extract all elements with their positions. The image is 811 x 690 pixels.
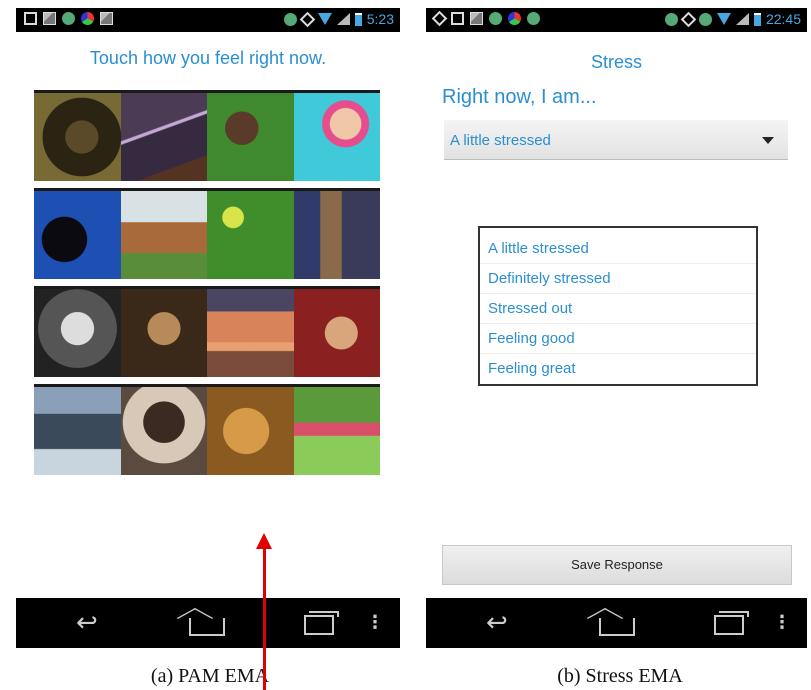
caption-stress: (b) Stress EMA <box>557 665 683 687</box>
photo-row <box>34 188 380 279</box>
pam-prompt: Touch how you feel right now. <box>89 48 327 68</box>
photo-row <box>34 286 380 377</box>
status-bar: 22:45 <box>426 8 807 32</box>
image-icon <box>470 12 483 25</box>
counter-icon <box>527 12 540 25</box>
mood-photo-tile[interactable] <box>293 289 380 377</box>
wifi-icon <box>317 13 332 25</box>
stress-level-select[interactable]: A little stressed <box>444 120 788 160</box>
wifi-icon <box>716 13 731 25</box>
back-icon[interactable]: ↩ <box>76 610 98 636</box>
nav-bar: ↩ ⋮ <box>426 598 807 648</box>
signal-icon <box>735 13 749 25</box>
option-item[interactable]: Feeling great <box>480 354 756 384</box>
location-icon <box>431 10 448 27</box>
chevron-down-icon <box>762 137 774 144</box>
battery-icon <box>354 12 362 26</box>
nav-bar: ↩ ⋮ <box>16 598 400 648</box>
mood-photo-tile[interactable] <box>120 387 207 475</box>
save-response-button[interactable]: Save Response <box>442 545 792 585</box>
caption-pam: (a) PAM EMA <box>150 665 270 687</box>
app-icon <box>489 12 502 25</box>
option-item[interactable]: A little stressed <box>480 234 756 264</box>
mood-photo-tile[interactable] <box>120 289 207 377</box>
recents-icon[interactable] <box>714 611 749 635</box>
home-icon[interactable] <box>189 618 225 636</box>
alarm-icon <box>698 12 712 26</box>
mood-photo-tile[interactable] <box>34 191 121 279</box>
page-title: Stress <box>590 52 642 72</box>
notification-icon <box>451 12 464 25</box>
option-item[interactable]: Stressed out <box>480 294 756 324</box>
back-icon[interactable]: ↩ <box>486 610 508 636</box>
home-icon[interactable] <box>599 618 635 636</box>
notification-icon <box>24 12 37 25</box>
question-label: Right now, I am... <box>442 86 597 108</box>
menu-icon[interactable]: ⋮ <box>366 610 384 636</box>
sync-icon <box>299 11 316 27</box>
mood-photo-tile[interactable] <box>120 93 207 181</box>
battery-icon <box>753 12 761 26</box>
mood-photo-tile[interactable] <box>207 289 294 377</box>
mood-photo-tile[interactable] <box>207 387 294 475</box>
selected-value: A little stressed <box>450 132 551 149</box>
photo-row <box>34 90 380 181</box>
menu-icon[interactable]: ⋮ <box>773 610 791 636</box>
download-icon <box>62 12 75 25</box>
status-bar: 5:23 <box>16 8 400 32</box>
arrow-shaft <box>263 548 266 690</box>
status-time: 5:23 <box>366 11 394 27</box>
status-time: 22:45 <box>765 11 801 27</box>
mood-photo-tile[interactable] <box>293 191 380 279</box>
arrow-up-icon <box>256 533 272 549</box>
bluetooth-icon <box>283 12 297 26</box>
mood-photo-tile[interactable] <box>207 93 294 181</box>
image-icon <box>43 12 56 25</box>
mood-photo-tile[interactable] <box>34 93 121 181</box>
mood-photo-tile[interactable] <box>207 191 294 279</box>
mood-photo-tile[interactable] <box>293 93 380 181</box>
color-app-icon <box>508 12 521 25</box>
color-app-icon <box>81 12 94 25</box>
app-icon <box>100 12 113 25</box>
pam-ema-screen: 5:23 Touch how you feel right now. ↩ ⋮ <box>16 8 400 648</box>
mood-photo-grid <box>34 90 380 482</box>
mood-photo-tile[interactable] <box>34 289 121 377</box>
mood-photo-tile[interactable] <box>120 191 207 279</box>
option-item[interactable]: Definitely stressed <box>480 264 756 294</box>
mood-photo-tile[interactable] <box>34 387 121 475</box>
recents-icon[interactable] <box>304 611 339 635</box>
signal-icon <box>336 13 350 25</box>
bluetooth-icon <box>664 12 678 26</box>
option-item[interactable]: Feeling good <box>480 324 756 354</box>
mood-photo-tile[interactable] <box>293 387 380 475</box>
sync-icon <box>680 11 697 27</box>
stress-ema-screen: 22:45 Stress Right now, I am... A little… <box>426 8 807 648</box>
photo-row <box>34 384 380 475</box>
stress-options-list: A little stressed Definitely stressed St… <box>478 226 758 386</box>
